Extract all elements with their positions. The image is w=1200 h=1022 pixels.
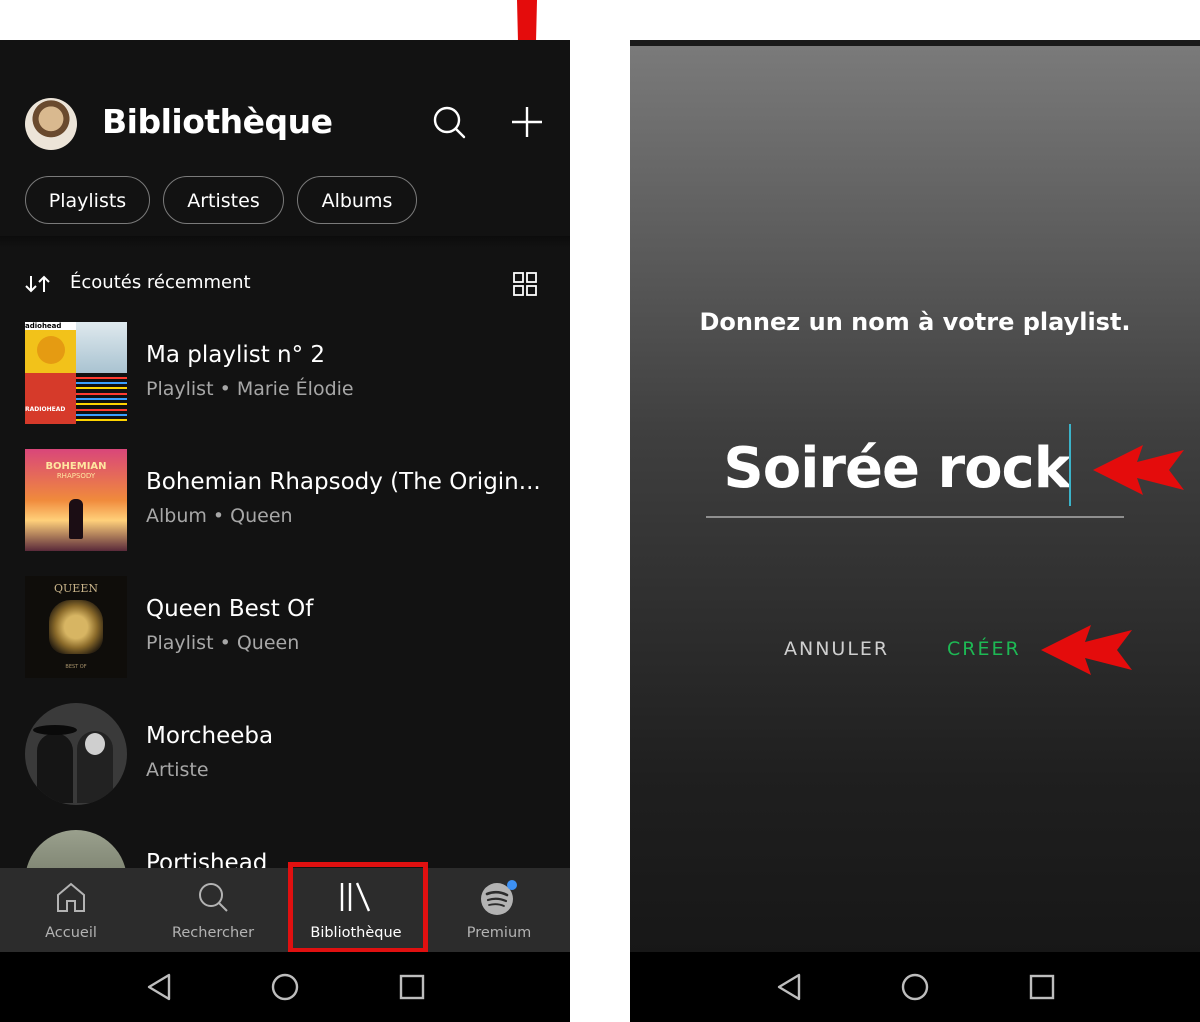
item-subtitle: Playlist • Queen xyxy=(146,632,300,654)
playlist-name-input[interactable] xyxy=(706,422,1124,514)
filter-chip-playlists[interactable]: Playlists xyxy=(25,176,150,224)
bottom-navigation: Accueil Rechercher Bibliothèque Premium xyxy=(0,868,570,952)
nav-label: Premium xyxy=(466,925,532,941)
item-title: Ma playlist n° 2 xyxy=(146,342,326,368)
item-subtitle: Playlist • Marie Élodie xyxy=(146,378,354,400)
cover-text: RADIOHEAD xyxy=(25,406,66,413)
plus-icon[interactable] xyxy=(509,104,545,140)
item-subtitle: Album • Queen xyxy=(146,505,293,527)
filter-chip-albums[interactable]: Albums xyxy=(297,176,417,224)
cover-text: adiohead xyxy=(25,322,76,330)
input-underline xyxy=(706,516,1124,518)
list-item[interactable]: QUEEN BEST OF Queen Best Of Playlist • Q… xyxy=(25,576,545,678)
cover-text: QUEEN xyxy=(54,582,98,595)
search-icon[interactable] xyxy=(431,104,467,140)
back-icon[interactable] xyxy=(775,972,803,1002)
nav-label: Accueil xyxy=(45,925,97,941)
recents-icon[interactable] xyxy=(398,972,426,1002)
home-button-icon[interactable] xyxy=(900,972,930,1002)
grid-view-icon[interactable] xyxy=(513,272,537,296)
dialog-title: Donnez un nom à votre playlist. xyxy=(699,308,1131,336)
create-playlist-dialog: Donnez un nom à votre playlist. ANNULER … xyxy=(630,40,1200,1022)
system-navigation-bar xyxy=(630,952,1200,1022)
album-cover-bohemian-rhapsody: BOHEMIAN RHAPSODY xyxy=(25,449,127,551)
nav-home[interactable]: Accueil xyxy=(1,868,141,952)
status-bar xyxy=(630,40,1200,46)
artist-photo-morcheeba xyxy=(25,703,127,805)
annotation-arrow-left xyxy=(1093,445,1184,495)
list-item[interactable]: BOHEMIAN RHAPSODY Bohemian Rhapsody (The… xyxy=(25,449,545,551)
annotation-arrow-left xyxy=(1041,625,1132,675)
item-title: Bohemian Rhapsody (The Origin... xyxy=(146,469,541,495)
system-navigation-bar xyxy=(0,952,570,1022)
home-button-icon[interactable] xyxy=(270,972,300,1002)
nav-search[interactable]: Rechercher xyxy=(143,868,283,952)
filter-chip-artists[interactable]: Artistes xyxy=(163,176,284,224)
sort-label: Écoutés récemment xyxy=(70,272,251,293)
profile-avatar[interactable] xyxy=(25,98,77,150)
page-title: Bibliothèque xyxy=(102,102,333,141)
item-title: Morcheeba xyxy=(146,723,274,749)
annotation-highlight-box xyxy=(288,862,428,953)
cover-text: BEST OF xyxy=(65,664,87,670)
spotify-icon xyxy=(481,880,517,915)
create-button[interactable]: CRÉER xyxy=(947,638,1021,660)
library-screen: Bibliothèque Playlists Artistes Albums É… xyxy=(0,40,570,1022)
item-subtitle: Artiste xyxy=(146,759,209,781)
header-divider xyxy=(0,236,570,248)
list-item[interactable]: Morcheeba Artiste xyxy=(25,703,545,805)
back-icon[interactable] xyxy=(145,972,173,1002)
nav-premium[interactable]: Premium xyxy=(429,868,569,952)
playlist-cover-mosaic: adiohead RADIOHEAD xyxy=(25,322,127,424)
item-title: Queen Best Of xyxy=(146,596,314,622)
sort-icon xyxy=(25,275,50,293)
cover-text: BOHEMIAN xyxy=(45,461,107,472)
nav-label: Rechercher xyxy=(171,925,255,941)
cancel-button[interactable]: ANNULER xyxy=(784,638,889,660)
text-cursor xyxy=(1069,424,1071,506)
list-item[interactable]: adiohead RADIOHEAD Ma playlist n° 2 Play… xyxy=(25,322,545,424)
album-cover-queen-best-of: QUEEN BEST OF xyxy=(25,576,127,678)
cover-text: RHAPSODY xyxy=(56,472,96,480)
recents-icon[interactable] xyxy=(1028,972,1056,1002)
home-icon xyxy=(57,882,85,912)
search-icon xyxy=(199,883,228,912)
